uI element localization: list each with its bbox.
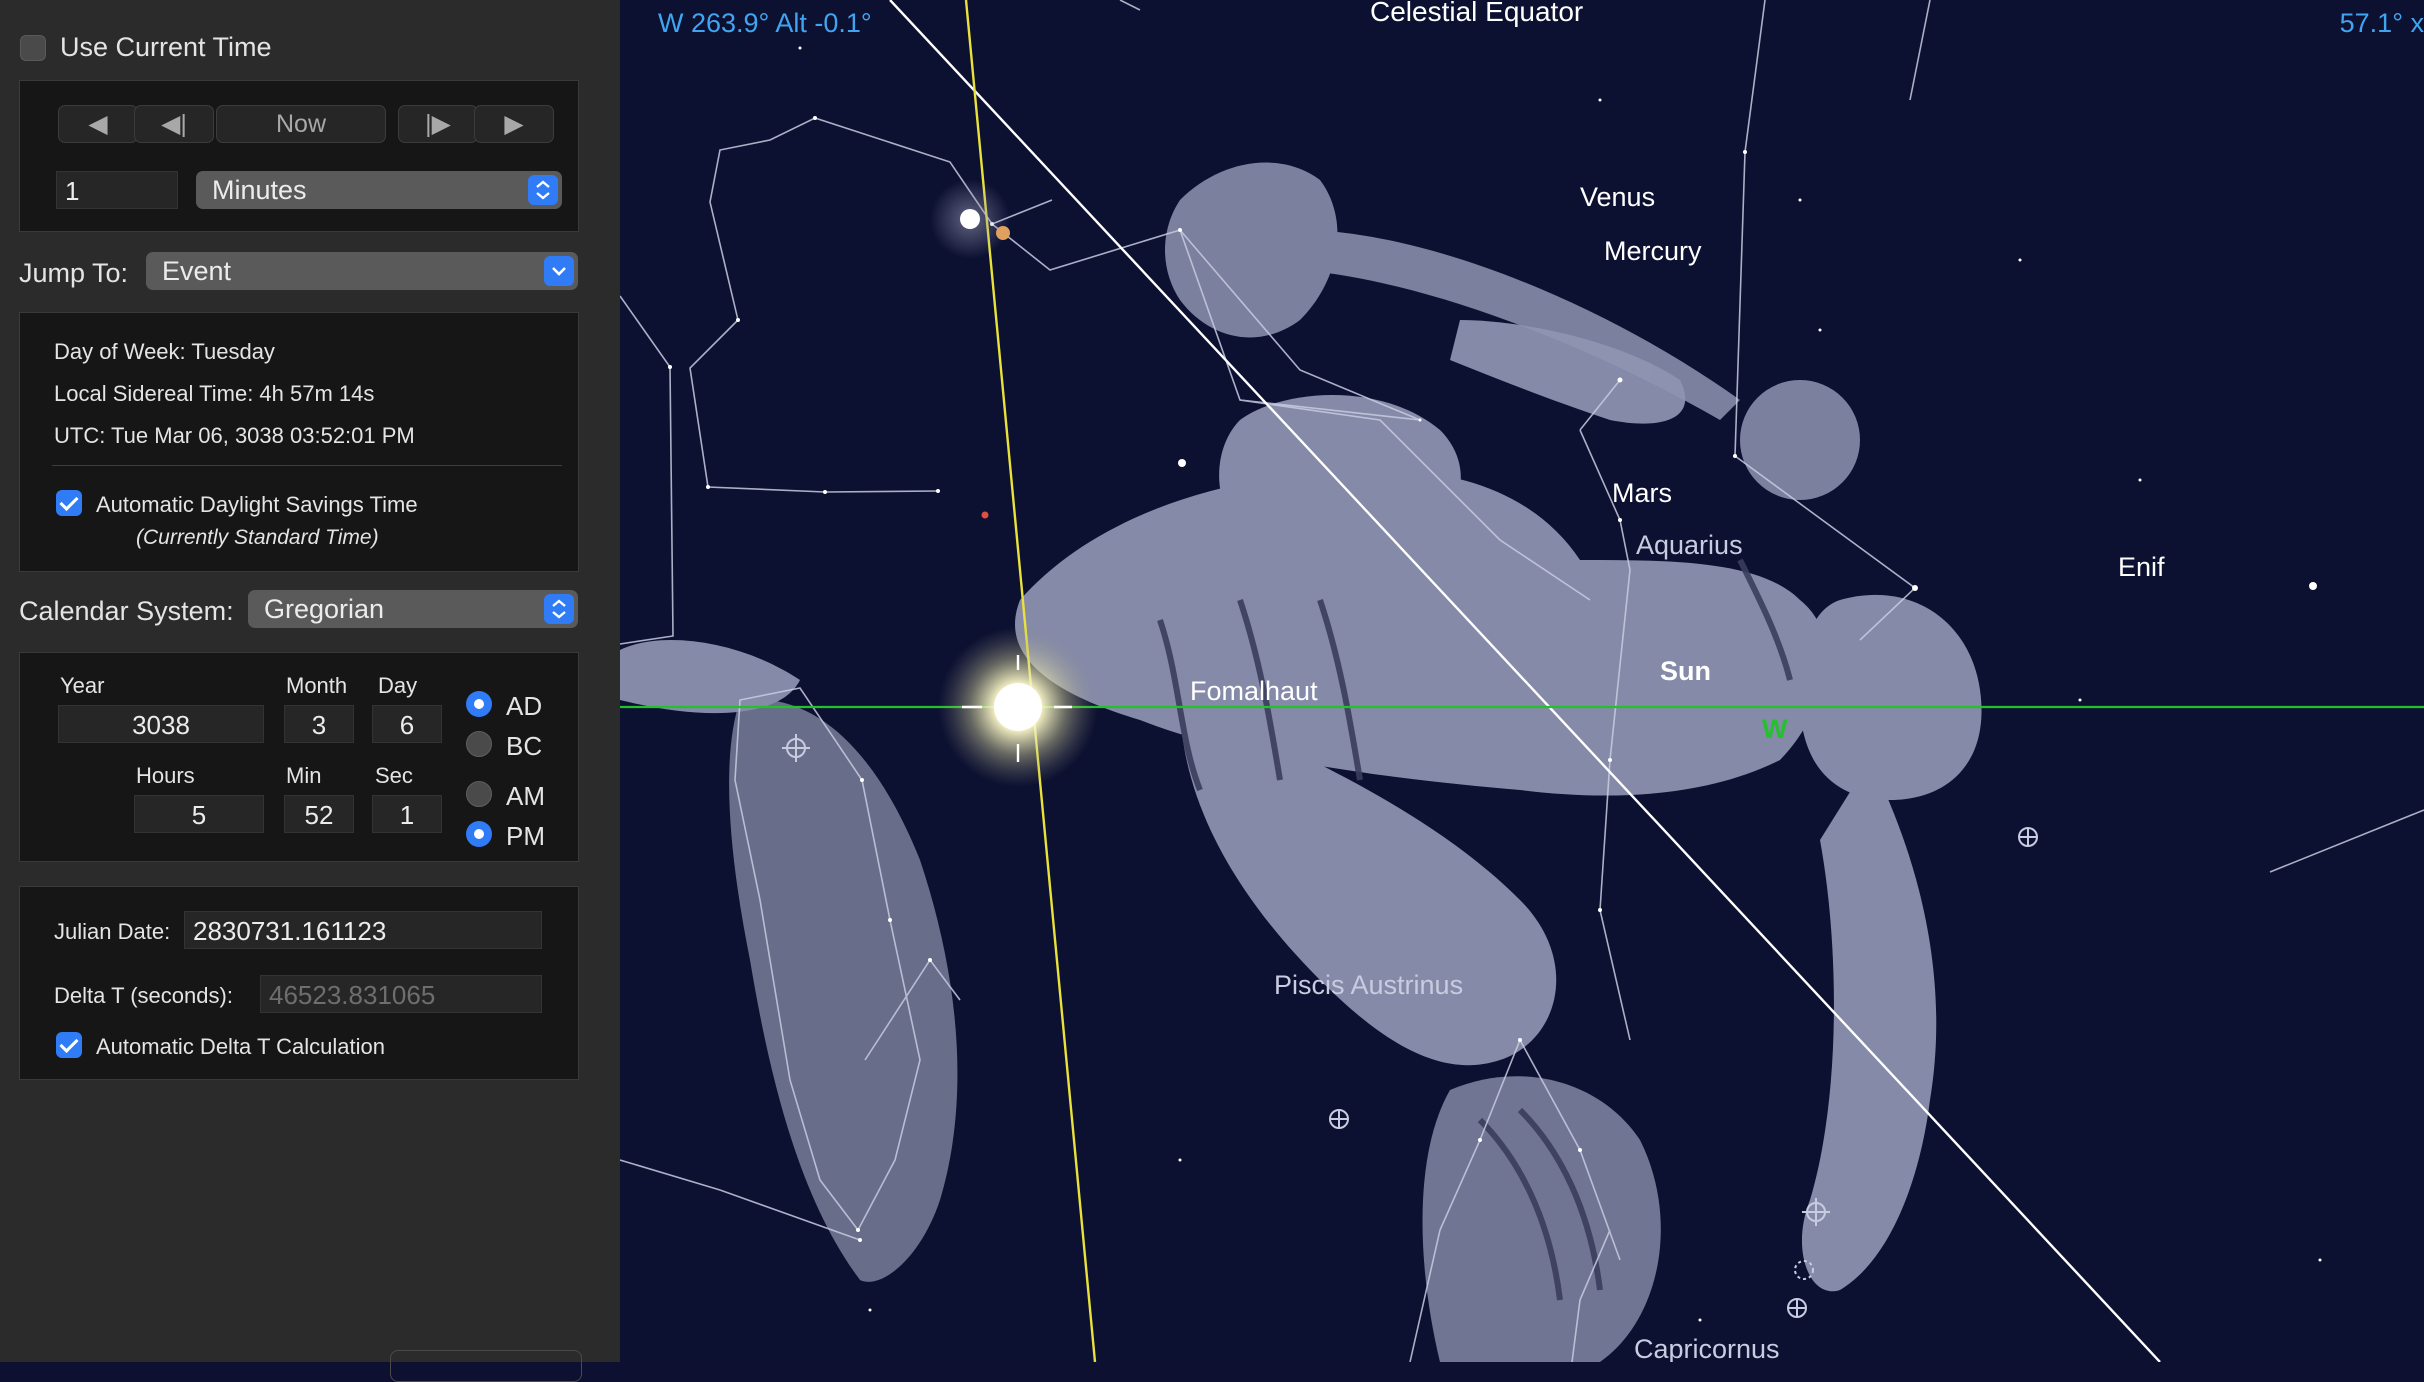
step-forward-icon: |▶ bbox=[425, 110, 451, 138]
year-label: Year bbox=[60, 673, 105, 698]
step-amount-input[interactable]: 1 bbox=[56, 171, 178, 209]
auto-dst-label: Automatic Daylight Savings Time bbox=[96, 492, 418, 517]
enif-label[interactable]: Enif bbox=[2118, 552, 2165, 583]
sun-disc[interactable] bbox=[994, 683, 1042, 731]
updown-chevron-icon bbox=[528, 175, 558, 205]
step-back-fast-button[interactable]: ◀ bbox=[58, 105, 138, 143]
month-input[interactable]: 3 bbox=[284, 705, 354, 743]
step-unit-select[interactable]: Minutes bbox=[196, 171, 562, 209]
seconds-input[interactable]: 1 bbox=[372, 795, 442, 833]
auto-delta-t-label: Automatic Delta T Calculation bbox=[96, 1034, 385, 1059]
venus-label[interactable]: Venus bbox=[1580, 182, 1655, 213]
az-alt-readout: W 263.9° Alt -0.1° bbox=[658, 8, 872, 38]
julian-date-label: Julian Date: bbox=[54, 919, 171, 944]
time-step-box: ◀ ◀| Now |▶ ▶ 1 Minutes bbox=[19, 80, 579, 232]
delta-t-label: Delta T (seconds): bbox=[54, 983, 233, 1008]
julian-date-input[interactable]: 2830731.161123 bbox=[184, 911, 542, 949]
am-label: AM bbox=[506, 781, 545, 811]
dst-note: (Currently Standard Time) bbox=[136, 526, 379, 549]
month-label: Month bbox=[286, 673, 348, 698]
step-back-button[interactable]: ◀| bbox=[134, 105, 214, 143]
calendar-system-label: Calendar System: bbox=[19, 596, 234, 626]
day-of-week-text: Day of Week: Tuesday bbox=[54, 339, 275, 364]
jump-to-value: Event bbox=[162, 256, 232, 286]
west-cardinal-label: W bbox=[1762, 714, 1788, 744]
delta-t-input[interactable]: 46523.831065 bbox=[260, 975, 542, 1013]
year-input[interactable]: 3038 bbox=[58, 705, 264, 743]
min-label: Min bbox=[286, 763, 322, 788]
day-label: Day bbox=[378, 673, 418, 698]
calendar-system-value: Gregorian bbox=[264, 594, 385, 624]
julian-date-box: Julian Date: 2830731.161123 Delta T (sec… bbox=[19, 886, 579, 1080]
jump-to-select[interactable]: Event bbox=[146, 252, 578, 290]
step-unit-value: Minutes bbox=[212, 175, 307, 205]
bc-label: BC bbox=[506, 731, 543, 761]
mercury-disc[interactable] bbox=[996, 226, 1010, 240]
pm-label: PM bbox=[506, 821, 545, 851]
celestial-equator-label: Celestial Equator bbox=[1370, 0, 1584, 27]
hours-label: Hours bbox=[136, 763, 195, 788]
ad-label: AD bbox=[506, 691, 543, 721]
mercury-label[interactable]: Mercury bbox=[1604, 236, 1702, 267]
fomalhaut-label[interactable]: Fomalhaut bbox=[1190, 676, 1318, 707]
play-forward-icon: ▶ bbox=[504, 110, 524, 138]
bc-radio[interactable] bbox=[466, 731, 492, 757]
step-forward-button[interactable]: |▶ bbox=[398, 105, 478, 143]
play-reverse-icon: ◀ bbox=[88, 110, 108, 138]
pm-radio[interactable] bbox=[466, 821, 492, 847]
time-panel: Use Current Time ◀ ◀| Now |▶ ▶ 1 Minutes… bbox=[0, 0, 620, 1382]
mars-disc[interactable] bbox=[981, 511, 989, 519]
sun-label[interactable]: Sun bbox=[1660, 656, 1711, 687]
use-current-time-label: Use Current Time bbox=[60, 32, 272, 62]
sky-view[interactable]: W 263.9° Alt -0.1° 57.1° x Celestial Equ… bbox=[620, 0, 2424, 1362]
utc-text: UTC: Tue Mar 06, 3038 03:52:01 PM bbox=[54, 423, 415, 448]
time-info-box: Day of Week: Tuesday Local Sidereal Time… bbox=[19, 312, 579, 572]
step-forward-fast-button[interactable]: ▶ bbox=[474, 105, 554, 143]
calendar-system-select[interactable]: Gregorian bbox=[248, 590, 578, 628]
mars-label[interactable]: Mars bbox=[1612, 478, 1672, 509]
now-button[interactable]: Now bbox=[216, 105, 386, 143]
bottom-button[interactable] bbox=[390, 1350, 582, 1382]
ad-radio[interactable] bbox=[466, 691, 492, 717]
sidereal-time-text: Local Sidereal Time: 4h 57m 14s bbox=[54, 381, 375, 406]
divider bbox=[52, 465, 562, 466]
updown-chevron-icon bbox=[544, 594, 574, 624]
aquarius-label: Aquarius bbox=[1636, 530, 1743, 560]
fov-readout: 57.1° x bbox=[2339, 8, 2424, 38]
auto-delta-t-checkbox[interactable] bbox=[56, 1032, 82, 1058]
auto-dst-checkbox[interactable] bbox=[56, 490, 82, 516]
venus-disc[interactable] bbox=[960, 209, 980, 229]
am-radio[interactable] bbox=[466, 781, 492, 807]
fish-figure bbox=[729, 699, 958, 1282]
day-input[interactable]: 6 bbox=[372, 705, 442, 743]
minutes-input[interactable]: 52 bbox=[284, 795, 354, 833]
enif-star[interactable] bbox=[2309, 582, 2317, 590]
date-time-box: Year Month Day 3038 3 6 Hours Min Sec 5 … bbox=[19, 652, 579, 862]
sky-chart bbox=[620, 0, 2424, 1362]
chevron-down-icon bbox=[544, 256, 574, 286]
jump-to-label: Jump To: bbox=[19, 258, 129, 288]
step-reverse-icon: ◀| bbox=[161, 110, 187, 138]
use-current-time-checkbox[interactable] bbox=[20, 35, 46, 61]
hours-input[interactable]: 5 bbox=[134, 795, 264, 833]
piscis-austrinus-label: Piscis Austrinus bbox=[1274, 970, 1464, 1000]
sec-label: Sec bbox=[375, 763, 413, 788]
capricornus-label: Capricornus bbox=[1634, 1334, 1780, 1362]
